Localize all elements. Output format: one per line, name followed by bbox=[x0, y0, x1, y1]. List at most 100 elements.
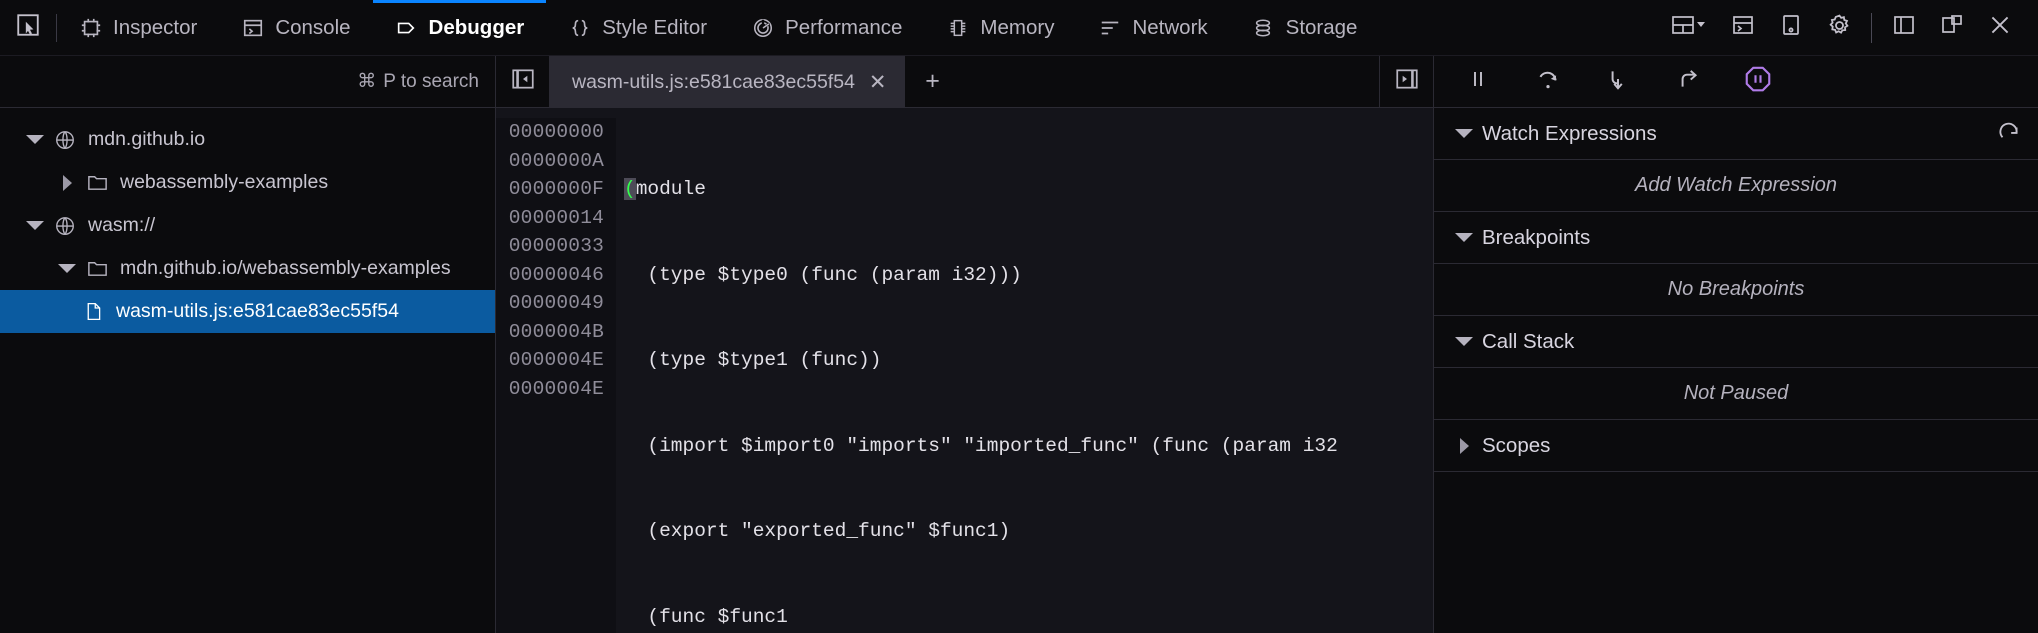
split-console-button[interactable] bbox=[1719, 0, 1767, 56]
step-in-button[interactable] bbox=[1592, 60, 1644, 104]
panel-header-call-stack[interactable]: Call Stack bbox=[1434, 316, 2038, 368]
offset-line: 0000004B bbox=[496, 318, 604, 347]
tab-performance[interactable]: Performance bbox=[729, 0, 924, 56]
panel-title: Scopes bbox=[1482, 434, 1550, 458]
element-picker-button[interactable] bbox=[0, 0, 56, 56]
tab-console[interactable]: Console bbox=[219, 0, 372, 56]
memory-icon bbox=[946, 16, 969, 39]
style-editor-icon bbox=[568, 16, 591, 39]
gear-icon bbox=[1827, 13, 1852, 43]
devtools-extra-button[interactable] bbox=[1767, 0, 1815, 56]
code-lines: (module (type $type0 (func (param i32)))… bbox=[616, 118, 1433, 633]
code-line-text: module bbox=[636, 178, 706, 200]
file-icon bbox=[78, 301, 108, 322]
chevron-down-icon[interactable] bbox=[20, 135, 50, 144]
chevron-down-icon[interactable] bbox=[1450, 337, 1478, 346]
offset-line: 0000004E bbox=[496, 346, 604, 375]
storage-icon bbox=[1252, 16, 1275, 39]
command-key-icon: ⌘ bbox=[357, 70, 376, 93]
dock-separate-window-button[interactable] bbox=[1928, 0, 1976, 56]
source-search-hint[interactable]: ⌘ P to search bbox=[357, 70, 479, 93]
tree-item-webassembly-examples[interactable]: webassembly-examples bbox=[0, 161, 495, 204]
matching-paren-highlight: ( bbox=[624, 178, 636, 200]
devtools-toolbar-actions bbox=[1657, 0, 2038, 56]
source-search-hint-label: P to search bbox=[383, 71, 479, 93]
debugger-icon bbox=[395, 16, 418, 39]
sources-pane: ⌘ P to search mdn.github.io bbox=[0, 56, 496, 633]
editor-tab-wasm-utils[interactable]: wasm-utils.js:e581cae83ec55f54 ✕ bbox=[550, 56, 905, 108]
sources-pane-header: ⌘ P to search bbox=[0, 56, 495, 108]
tree-item-label: wasm:// bbox=[88, 214, 155, 237]
code-line: (func $func1 bbox=[624, 603, 1433, 632]
split-console-icon bbox=[1731, 13, 1755, 42]
step-out-button[interactable] bbox=[1662, 60, 1714, 104]
close-icon bbox=[1987, 12, 2013, 43]
tab-memory[interactable]: Memory bbox=[924, 0, 1076, 56]
debugger-workspace: ⌘ P to search mdn.github.io bbox=[0, 56, 2038, 633]
editor-tab-bar: wasm-utils.js:e581cae83ec55f54 ✕ + bbox=[496, 56, 1433, 108]
chevron-down-icon[interactable] bbox=[52, 264, 82, 273]
code-line: (type $type0 (func (param i32))) bbox=[624, 261, 1433, 290]
pause-icon bbox=[1466, 67, 1490, 96]
offset-line: 0000000A bbox=[496, 147, 604, 176]
toggle-debugger-pane-button[interactable] bbox=[1379, 56, 1433, 107]
tab-inspector-label: Inspector bbox=[113, 16, 197, 40]
dock-separate-window-icon bbox=[1940, 13, 1964, 42]
wasm-source-editor[interactable]: 00000000 0000000A 0000000F 00000014 0000… bbox=[496, 108, 1433, 633]
sources-tree: mdn.github.io webassembly-examples bbox=[0, 108, 495, 633]
step-over-icon bbox=[1535, 66, 1561, 97]
tab-performance-label: Performance bbox=[785, 16, 902, 40]
dock-to-side-button[interactable] bbox=[1880, 0, 1928, 56]
pause-button[interactable] bbox=[1452, 60, 1504, 104]
refresh-watch-expressions-button[interactable] bbox=[1996, 121, 2022, 147]
tab-storage[interactable]: Storage bbox=[1230, 0, 1380, 56]
close-icon[interactable]: ✕ bbox=[869, 72, 887, 93]
chevron-right-icon[interactable] bbox=[1450, 438, 1478, 454]
tab-style-editor[interactable]: Style Editor bbox=[546, 0, 729, 56]
code-line: (type $type1 (func)) bbox=[624, 346, 1433, 375]
responsive-design-mode-icon bbox=[1671, 13, 1705, 42]
tree-item-label: webassembly-examples bbox=[120, 171, 328, 194]
devtools-main-toolbar: Inspector Console Debugger bbox=[0, 0, 2038, 56]
tab-console-label: Console bbox=[275, 16, 350, 40]
tree-item-label: mdn.github.io/webassembly-examples bbox=[120, 257, 451, 280]
tab-network[interactable]: Network bbox=[1076, 0, 1229, 56]
tree-item-mdn-github-io[interactable]: mdn.github.io bbox=[0, 118, 495, 161]
breakpoints-empty-state: No Breakpoints bbox=[1434, 264, 2038, 316]
editor-tab-label: wasm-utils.js:e581cae83ec55f54 bbox=[572, 71, 855, 94]
step-over-button[interactable] bbox=[1522, 60, 1574, 104]
tab-memory-label: Memory bbox=[980, 16, 1054, 40]
tab-style-editor-label: Style Editor bbox=[602, 16, 707, 40]
panel-header-watch-expressions[interactable]: Watch Expressions bbox=[1434, 108, 2038, 160]
chevron-down-icon[interactable] bbox=[1450, 129, 1478, 138]
network-icon bbox=[1098, 16, 1121, 39]
code-line: (module bbox=[624, 175, 1433, 204]
tab-debugger[interactable]: Debugger bbox=[373, 0, 547, 56]
tab-storage-label: Storage bbox=[1286, 16, 1358, 40]
watch-expressions-empty-state[interactable]: Add Watch Expression bbox=[1434, 160, 2038, 212]
tree-item-wasm-folder[interactable]: mdn.github.io/webassembly-examples bbox=[0, 247, 495, 290]
octagon-pause-icon bbox=[1743, 64, 1773, 99]
code-line: (export "exported_func" $func1) bbox=[624, 517, 1433, 546]
tab-inspector[interactable]: Inspector bbox=[57, 0, 219, 56]
device-frame-icon bbox=[1781, 13, 1801, 42]
devtools-settings-button[interactable] bbox=[1815, 0, 1863, 56]
offset-line: 00000046 bbox=[496, 261, 604, 290]
tree-item-wasm-utils-js[interactable]: wasm-utils.js:e581cae83ec55f54 bbox=[0, 290, 495, 333]
show-debugger-pane-icon bbox=[1394, 66, 1420, 97]
pause-on-exceptions-button[interactable] bbox=[1732, 60, 1784, 104]
responsive-design-mode-button[interactable] bbox=[1657, 0, 1719, 56]
close-devtools-button[interactable] bbox=[1976, 0, 2024, 56]
offset-line: 0000004E bbox=[496, 375, 604, 404]
panel-header-scopes[interactable]: Scopes bbox=[1434, 420, 2038, 472]
new-tab-button[interactable]: + bbox=[905, 56, 961, 107]
chevron-down-icon[interactable] bbox=[1450, 233, 1478, 242]
chevron-right-icon[interactable] bbox=[52, 175, 82, 191]
offset-line: 00000000 bbox=[496, 118, 604, 147]
panel-header-breakpoints[interactable]: Breakpoints bbox=[1434, 212, 2038, 264]
tree-item-wasm-scheme[interactable]: wasm:// bbox=[0, 204, 495, 247]
devtools-tab-strip: Inspector Console Debugger bbox=[57, 0, 1379, 56]
toggle-sources-pane-button[interactable] bbox=[496, 56, 550, 107]
chevron-down-icon[interactable] bbox=[20, 221, 50, 230]
globe-icon bbox=[50, 215, 80, 237]
